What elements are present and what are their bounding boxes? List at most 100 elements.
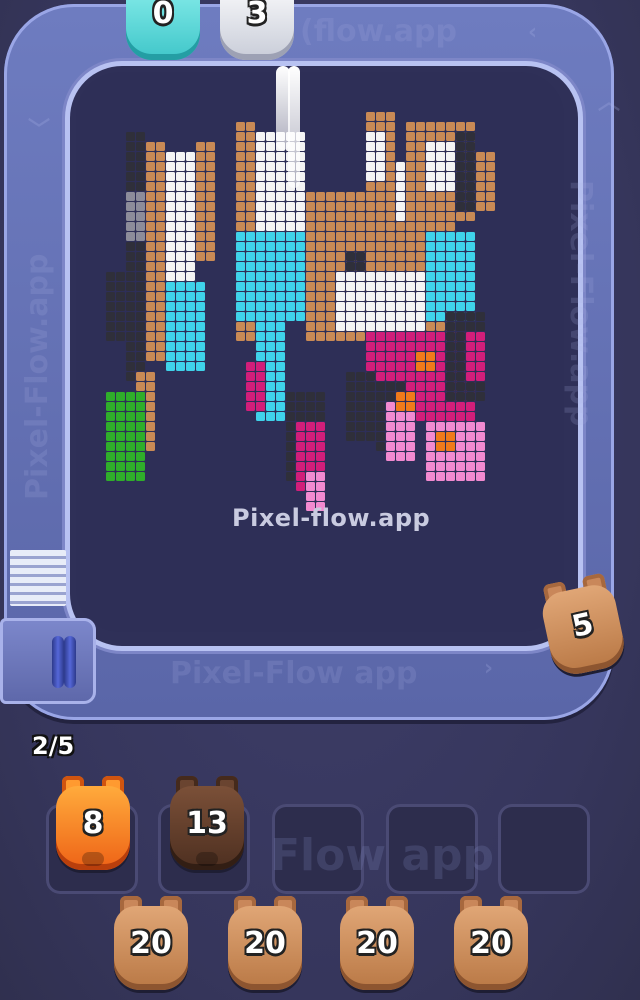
dock-pig-dark-brown[interactable]: 13 xyxy=(168,776,246,874)
pixel-cell xyxy=(186,362,195,371)
pixel-cell xyxy=(206,212,215,221)
pixel-cell xyxy=(456,212,465,221)
pixel-cell xyxy=(106,282,115,291)
waiting-pig[interactable]: 20 xyxy=(452,896,530,994)
pixel-cell xyxy=(256,372,265,381)
pixel-cell xyxy=(256,402,265,411)
pixel-cell xyxy=(426,332,435,341)
pixel-cell xyxy=(316,232,325,241)
pixel-cell xyxy=(306,192,315,201)
pixel-cell xyxy=(456,422,465,431)
pixel-cell xyxy=(406,122,415,131)
pixel-cell xyxy=(466,192,475,201)
pixel-cell xyxy=(436,352,445,361)
pixel-cell xyxy=(256,342,265,351)
pixel-cell xyxy=(276,322,285,331)
pixel-cell xyxy=(396,312,405,321)
pixel-cell xyxy=(396,452,405,461)
pixel-cell xyxy=(136,462,145,471)
track-pig-white[interactable]: 3 xyxy=(218,0,296,64)
pixel-cell xyxy=(456,362,465,371)
pixel-cell xyxy=(406,192,415,201)
pixel-cell xyxy=(316,222,325,231)
pixel-cell xyxy=(156,262,165,271)
pixel-cell xyxy=(356,332,365,341)
pixel-cell xyxy=(386,212,395,221)
pixel-cell xyxy=(166,292,175,301)
pixel-cell xyxy=(366,262,375,271)
pixel-cell xyxy=(366,122,375,131)
pixel-cell xyxy=(406,352,415,361)
waiting-pig[interactable]: 20 xyxy=(112,896,190,994)
pixel-cell xyxy=(336,332,345,341)
pixel-cell xyxy=(176,212,185,221)
pixel-cell xyxy=(436,142,445,151)
pig-count: 20 xyxy=(356,926,398,961)
pixel-cell xyxy=(466,472,475,481)
pixel-cell xyxy=(426,302,435,311)
pixel-cell xyxy=(136,412,145,421)
pixel-cell xyxy=(236,222,245,231)
pixel-cell xyxy=(176,232,185,241)
pixel-cell xyxy=(376,292,385,301)
pixel-cell xyxy=(416,142,425,151)
pixel-cell xyxy=(396,232,405,241)
pixel-cell xyxy=(426,142,435,151)
pixel-cell xyxy=(406,362,415,371)
pixel-cell xyxy=(126,462,135,471)
pixel-cell xyxy=(376,282,385,291)
pixel-cell xyxy=(446,182,455,191)
pixel-cell xyxy=(346,192,355,201)
pixel-cell xyxy=(466,132,475,141)
pixel-cell xyxy=(476,422,485,431)
pixel-cell xyxy=(306,402,315,411)
pixel-cell xyxy=(146,152,155,161)
pixel-cell xyxy=(406,412,415,421)
pixel-cell xyxy=(306,442,315,451)
pixel-cell xyxy=(186,222,195,231)
pixel-cell xyxy=(116,332,125,341)
pixel-cell xyxy=(116,312,125,321)
pixel-cell xyxy=(146,312,155,321)
pixel-cell xyxy=(296,422,305,431)
pixel-cell xyxy=(466,292,475,301)
pixel-cell xyxy=(376,352,385,361)
pixel-cell xyxy=(136,262,145,271)
pixel-cell xyxy=(206,182,215,191)
pixel-cell xyxy=(376,432,385,441)
pixel-cell xyxy=(456,432,465,441)
pixel-cell xyxy=(146,232,155,241)
pixel-cell xyxy=(116,452,125,461)
pixel-board[interactable] xyxy=(76,72,564,632)
pixel-cell xyxy=(296,222,305,231)
pixel-cell xyxy=(436,402,445,411)
pixel-cell xyxy=(176,172,185,181)
dock-pig-orange[interactable]: 8 xyxy=(54,776,132,874)
pixel-cell xyxy=(476,152,485,161)
pixel-cell xyxy=(166,272,175,281)
pixel-cell xyxy=(416,122,425,131)
pig-snout xyxy=(82,852,104,866)
pixel-cell xyxy=(456,252,465,261)
pixel-cell xyxy=(396,192,405,201)
pixel-cell xyxy=(366,222,375,231)
pixel-cell xyxy=(436,272,445,281)
pixel-cell xyxy=(346,322,355,331)
pixel-cell xyxy=(406,312,415,321)
waiting-pig[interactable]: 20 xyxy=(338,896,416,994)
pixel-cell xyxy=(456,282,465,291)
waiting-pig[interactable]: 20 xyxy=(226,896,304,994)
launcher[interactable] xyxy=(0,618,96,704)
pixel-cell xyxy=(196,242,205,251)
pixel-cell xyxy=(456,442,465,451)
pixel-cell xyxy=(326,262,335,271)
pixel-cell xyxy=(196,222,205,231)
pixel-cell xyxy=(346,392,355,401)
pixel-cell xyxy=(156,222,165,231)
pixel-cell xyxy=(256,312,265,321)
track-pig-cyan[interactable]: 0 xyxy=(124,0,202,64)
pixel-cell xyxy=(246,182,255,191)
pixel-cell xyxy=(366,242,375,251)
dock-slot-empty[interactable] xyxy=(498,804,590,894)
pixel-cell xyxy=(376,322,385,331)
